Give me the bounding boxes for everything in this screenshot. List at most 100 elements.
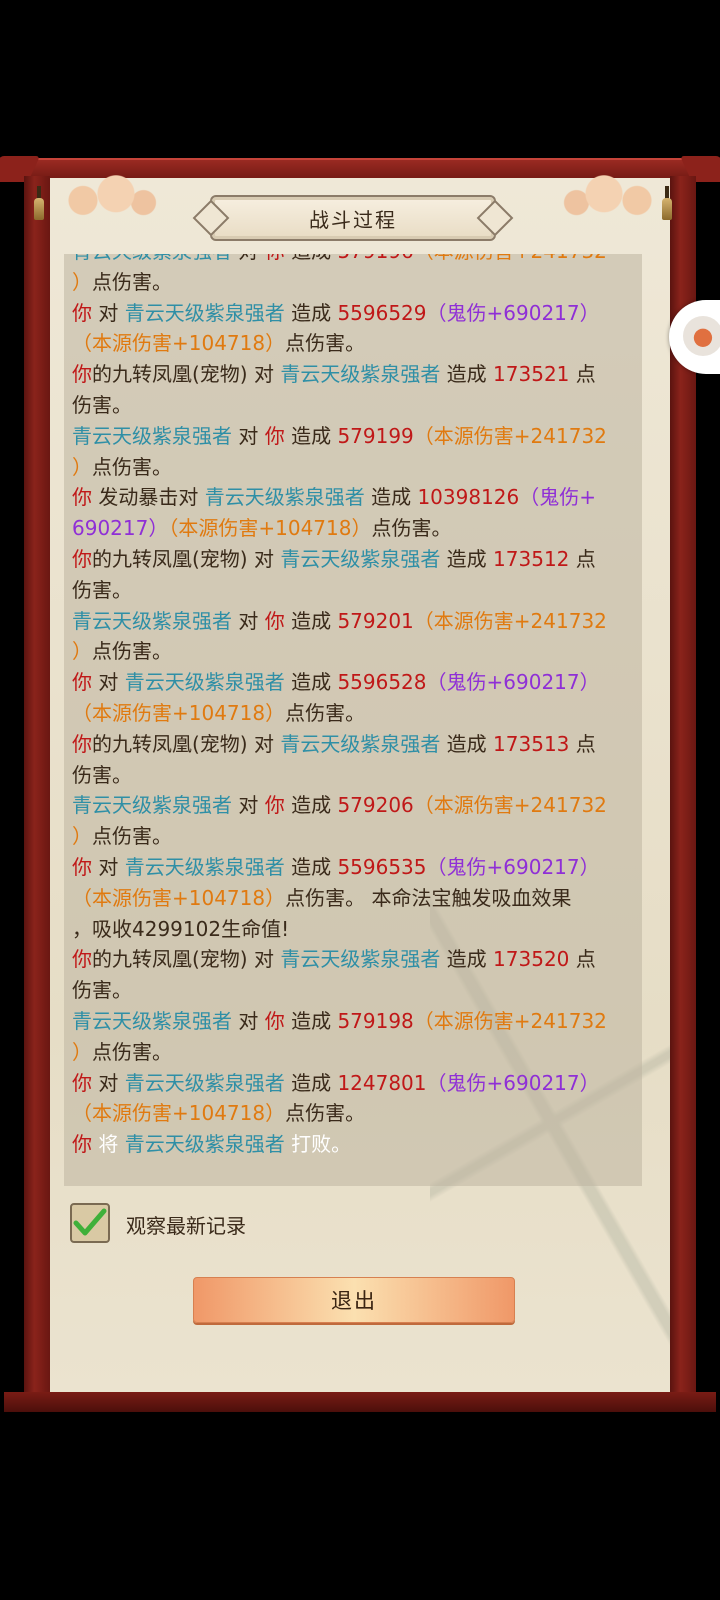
log-segment: 点伤害。 [92,269,172,294]
log-line: 伤害。 [72,575,638,606]
watch-latest-checkbox[interactable] [70,1203,110,1243]
log-segment: （本源伤害+104718） [72,1101,286,1126]
log-segment: 伤害。 [72,978,132,1003]
log-line: 你 对 青云天级紫泉强者 造成 5596535（鬼伤+690217） [72,852,638,883]
log-segment: （本源伤害+241732 [413,1008,607,1033]
log-segment: 173521 [493,362,570,387]
log-segment: 青云天级紫泉强者 [124,670,285,695]
log-segment: 1247801 [337,1070,427,1095]
log-segment: 579199 [337,423,414,448]
log-line: 青云天级紫泉强者 对 你 造成 579201（本源伤害+241732 [72,606,638,637]
log-segment: 造成 [440,731,494,756]
log-segment: （本源伤害+241732 [414,254,607,263]
log-segment: （鬼伤+ [519,485,596,510]
log-line: （本源伤害+104718）点伤害。 [72,1098,638,1129]
log-line: 690217）（本源伤害+104718）点伤害。 [72,513,638,544]
log-segment: ） [72,824,92,849]
log-segment: 打败。 [284,1132,352,1157]
checkbox-label: 观察最新记录 [126,1214,246,1238]
log-segment: 你 [72,947,92,972]
scroll-left-rod [24,176,50,1406]
log-segment: ） [72,1039,92,1064]
log-line: ）点伤害。 [72,821,638,852]
log-segment: 你 [72,362,92,387]
log-segment: ，吸收4299102生命值! [72,916,290,941]
log-segment: 对 [232,793,265,818]
scroll-bottom-rod [4,1392,716,1412]
log-segment: 青云天级紫泉强者 [204,485,365,510]
log-segment: （本源伤害+241732 [413,793,607,818]
log-segment: 青云天级紫泉强者 [72,423,232,448]
log-segment: 579201 [337,608,414,633]
log-segment: 点 [569,947,596,972]
log-segment: 你 [264,608,285,633]
log-segment: 690217） [72,516,169,541]
log-line: 你的九转凤凰(宠物) 对 青云天级紫泉强者 造成 173520 点 [72,944,638,975]
log-segment: 造成 [284,1008,338,1033]
log-line: 你的九转凤凰(宠物) 对 青云天级紫泉强者 造成 173521 点 [72,359,638,390]
log-segment: 对 [92,670,125,695]
title-plate: 战斗过程 [210,195,496,241]
log-segment: 点伤害。 [92,454,172,479]
paw-icon[interactable]: ● [683,316,720,356]
log-line: 你 对 青云天级紫泉强者 造成 5596528（鬼伤+690217） [72,667,638,698]
log-line: （本源伤害+104718）点伤害。 [72,698,638,729]
log-line: 青云天级紫泉强者 对 你 造成 579206（本源伤害+241732 [72,790,638,821]
log-segment: 青云天级紫泉强者 [124,1070,285,1095]
log-line: 青云天级紫泉强者 对 你 造成 579196（本源伤害+241732 [72,254,638,267]
log-segment: （本源伤害+104718） [72,885,286,910]
log-segment: 造成 [285,254,338,263]
log-line: 伤害。 [72,975,638,1006]
log-segment: 造成 [440,546,494,571]
log-segment: 173512 [493,546,570,571]
log-segment: （本源伤害+241732 [413,423,607,448]
log-segment: 造成 [284,854,338,879]
log-segment: 造成 [284,608,338,633]
log-segment: 青云天级紫泉强者 [280,947,441,972]
log-line: 伤害。 [72,760,638,791]
log-segment: 点伤害。 [92,824,172,849]
log-segment: 点伤害。 [285,700,366,725]
log-line: ）点伤害。 [72,1037,638,1068]
log-segment: 点伤害。 [92,639,172,664]
log-segment: 青云天级紫泉强者 [72,1008,232,1033]
log-segment: 造成 [284,423,338,448]
log-segment: （鬼伤+690217） [426,300,600,325]
log-segment: 的九转凤凰(宠物) 对 [92,731,281,756]
log-line: ）点伤害。 [72,452,638,483]
log-segment: 伤害。 [72,577,132,602]
log-line: 你的九转凤凰(宠物) 对 青云天级紫泉强者 造成 173512 点 [72,544,638,575]
log-segment: 点伤害。 [285,331,366,356]
log-segment: 5596528 [337,670,427,695]
log-segment: 造成 [284,793,338,818]
log-segment: 点伤害。 [92,1039,172,1064]
log-segment: 造成 [364,485,418,510]
exit-button[interactable]: 退出 [193,1277,515,1323]
log-segment: （鬼伤+690217） [426,1070,600,1095]
log-segment: 579198 [337,1008,414,1033]
log-segment: （鬼伤+690217） [426,670,600,695]
log-segment: 青云天级紫泉强者 [280,546,441,571]
log-segment: 点 [569,731,596,756]
log-line: ）点伤害。 [72,267,638,298]
checkmark-icon [73,1208,107,1236]
battle-log-content: 青云天级紫泉强者 对 你 造成 579196（本源伤害+241732）点伤害。你… [72,254,638,1160]
log-segment: 造成 [284,300,338,325]
battle-log[interactable]: 青云天级紫泉强者 对 你 造成 579196（本源伤害+241732）点伤害。你… [64,254,642,1186]
log-segment: 你 [265,254,285,263]
log-line: ，吸收4299102生命值! [72,914,638,945]
log-segment: 点伤害。 [371,516,452,541]
log-segment: 579206 [337,793,414,818]
log-line: 你 将 青云天级紫泉强者 打败。 [72,1129,638,1160]
log-segment: ） [72,269,92,294]
log-line: 青云天级紫泉强者 对 你 造成 579199（本源伤害+241732 [72,421,638,452]
log-segment: 对 [92,300,125,325]
log-segment: 发动暴击对 [92,485,205,510]
log-segment: 对 [232,1008,265,1033]
log-segment: 173520 [493,947,570,972]
log-segment: 造成 [284,670,338,695]
log-line: （本源伤害+104718）点伤害。 [72,328,638,359]
log-segment: 的九转凤凰(宠物) 对 [92,947,281,972]
log-segment: 青云天级紫泉强者 [280,731,441,756]
log-segment: 你 [72,854,92,879]
